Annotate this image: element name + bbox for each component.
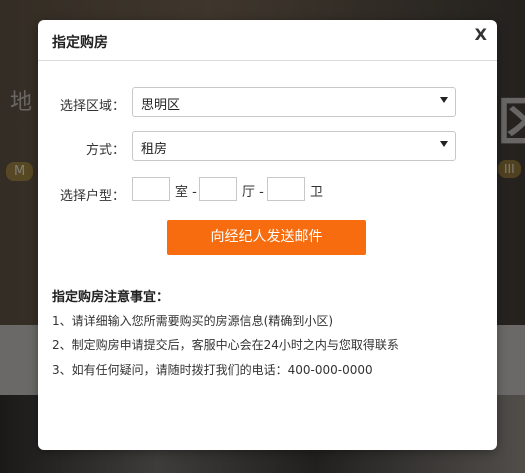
baths-input[interactable] bbox=[267, 177, 305, 201]
rooms-input[interactable] bbox=[132, 177, 170, 201]
region-selected-value: 思明区 bbox=[141, 98, 181, 113]
halls-input[interactable] bbox=[199, 177, 237, 201]
halls-unit: 厅 - bbox=[242, 185, 264, 200]
method-selected-value: 租房 bbox=[141, 142, 168, 157]
notes-title: 指定购房注意事宜： bbox=[52, 290, 170, 305]
rooms-unit: 室 - bbox=[175, 185, 197, 200]
chevron-down-icon bbox=[440, 141, 448, 147]
baths-unit: 卫 bbox=[310, 185, 324, 200]
designated-purchase-dialog: 指定购房 X 选择区域： 思明区 方式： 租房 选择户型： 室 - 厅 - 卫 … bbox=[38, 20, 497, 450]
note-item: 2、制定购房申请提交后，客服中心会在24小时之内与您取得联系 bbox=[52, 338, 399, 352]
note-item: 1、请详细输入您所需要购买的房源信息(精确到小区) bbox=[52, 314, 334, 328]
method-row: 方式： 租房 bbox=[38, 131, 497, 163]
close-button[interactable]: X bbox=[475, 25, 487, 44]
region-select[interactable]: 思明区 bbox=[132, 87, 456, 117]
dialog-header: 指定购房 X bbox=[38, 20, 497, 61]
region-row: 选择区域： 思明区 bbox=[38, 87, 497, 119]
method-label: 方式： bbox=[85, 143, 125, 158]
layout-label: 选择户型： bbox=[59, 189, 125, 204]
chevron-down-icon bbox=[440, 97, 448, 103]
method-select[interactable]: 租房 bbox=[132, 131, 456, 161]
send-email-button[interactable]: 向经纪人发送邮件 bbox=[167, 220, 366, 255]
region-label: 选择区域： bbox=[59, 99, 125, 114]
dialog-title: 指定购房 bbox=[52, 35, 108, 51]
note-item: 3、如有任何疑问，请随时拨打我们的电话：400-000-0000 bbox=[52, 363, 373, 377]
layout-row: 选择户型： 室 - 厅 - 卫 bbox=[38, 177, 497, 209]
